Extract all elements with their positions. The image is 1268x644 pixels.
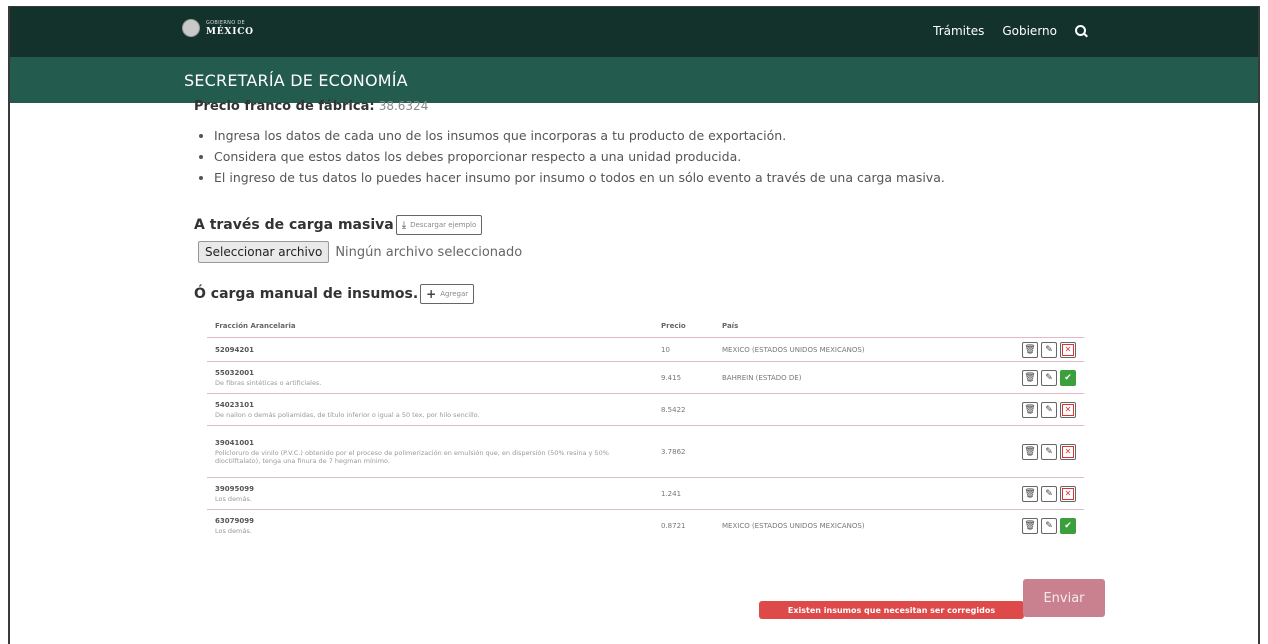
header-pais: País [722, 322, 739, 330]
trash-icon[interactable]: 🗑 [1022, 443, 1038, 460]
pencil-icon[interactable]: ✎ [1041, 401, 1057, 418]
insumos-table: Fracción Arancelaria Precio País 5209420… [207, 315, 1084, 542]
carga-manual-section: Ó carga manual de insumos. + Agregar [194, 284, 475, 304]
fraccion-code: 63079099 [215, 516, 254, 525]
cell-pais [714, 425, 978, 478]
plus-icon: + [426, 287, 437, 301]
trash-icon[interactable]: 🗑 [1022, 517, 1038, 534]
cell-precio: 0.8721 [653, 509, 714, 542]
header-fraccion: Fracción Arancelaria [215, 322, 296, 330]
pencil-icon[interactable]: ✎ [1041, 443, 1057, 460]
logo-main-text: MÉXICO [206, 27, 254, 37]
cell-actions: 🗑 ✎ ✕ [978, 337, 1084, 362]
select-file-button[interactable]: Seleccionar archivo [198, 241, 330, 263]
check-icon[interactable]: ✔ [1060, 517, 1076, 534]
table-row: 63079099 Los demás. 0.8721 MEXICO (ESTADOS … [207, 509, 1084, 542]
trash-icon[interactable]: 🗑 [1022, 401, 1038, 418]
check-icon[interactable]: ✔ [1060, 369, 1076, 386]
cell-actions: 🗑 ✎ ✕ [978, 477, 1084, 510]
cell-precio: 1.241 [653, 477, 714, 510]
cell-fraccion: 63079099 Los demás. [207, 509, 653, 542]
carga-manual-label: Ó carga manual de insumos. [194, 286, 419, 302]
instruction-item: Ingresa los datos de cada uno de los ins… [214, 125, 945, 146]
trash-icon[interactable]: 🗑 [1022, 341, 1038, 358]
add-insumo-label: Agregar [440, 290, 469, 298]
trash-icon[interactable]: 🗑 [1022, 485, 1038, 502]
main-content: Precio franco de fábrica: 38.6324 Ingres… [10, 99, 1258, 644]
fraccion-description: De nailon o demás poliamidas, de título … [215, 410, 480, 419]
precio-value: 38.6324 [378, 99, 429, 113]
fraccion-code: 39041001 [215, 438, 254, 447]
file-status: Ningún archivo seleccionado [335, 244, 523, 260]
fraccion-description: Los demás. [215, 494, 252, 503]
precio-label: Precio franco de fábrica: [194, 99, 375, 114]
pencil-icon[interactable]: ✎ [1041, 485, 1057, 502]
fraccion-code: 55032001 [215, 368, 254, 377]
nav-link-gobierno[interactable]: Gobierno [1002, 24, 1057, 38]
cell-fraccion: 52094201 [207, 337, 653, 362]
cell-fraccion: 39095099 Los demás. [207, 477, 653, 510]
download-icon: ⤓ [401, 219, 407, 231]
header-actions [978, 315, 1084, 338]
pencil-icon[interactable]: ✎ [1041, 341, 1057, 358]
main-nav: Trámites Gobierno [933, 24, 1088, 38]
instruction-item: El ingreso de tus datos lo puedes hacer … [214, 167, 945, 188]
carga-masiva-section: A través de carga masiva ⤓ Descargar eje… [194, 215, 483, 235]
precio-franco: Precio franco de fábrica: 38.6324 [194, 99, 428, 114]
submit-button[interactable]: Enviar [1023, 579, 1105, 617]
download-example-button[interactable]: ⤓ Descargar ejemplo [395, 215, 483, 235]
seal-icon [182, 19, 200, 37]
table-row: 54023101 De nailon o demás poliamidas, de… [207, 393, 1084, 426]
fraccion-description: Los demás. [215, 526, 252, 535]
search-icon[interactable] [1075, 24, 1088, 38]
cell-pais: BAHREIN (ESTADO DE) [714, 361, 978, 394]
cell-precio: 9.415 [653, 361, 714, 394]
table-header-row: Fracción Arancelaria Precio País [207, 315, 1084, 338]
pencil-icon[interactable]: ✎ [1041, 369, 1057, 386]
error-alert: Existen insumos que necesitan ser correg… [759, 601, 1024, 619]
table-row: 52094201 10 MEXICO (ESTADOS UNIDOS MEXICAN… [207, 337, 1084, 362]
browser-page: GOBIERNO DE MÉXICO Trámites Gobierno SEC… [8, 6, 1260, 644]
table-row: 39041001 Policloruro de vinilo (P.V.C.) o… [207, 425, 1084, 478]
table-row: 55032001 De fibras sintéticas o artificia… [207, 361, 1084, 394]
fraccion-code: 39095099 [215, 484, 254, 493]
cell-actions: 🗑 ✎ ✔ [978, 509, 1084, 542]
download-example-label: Descargar ejemplo [410, 221, 477, 229]
cell-fraccion: 55032001 De fibras sintéticas o artificia… [207, 361, 653, 394]
cell-precio: 10 [653, 337, 714, 362]
carga-masiva-label: A través de carga masiva [194, 217, 394, 233]
cell-pais: MEXICO (ESTADOS UNIDOS MEXICANOS) [714, 337, 978, 362]
trash-icon[interactable]: 🗑 [1022, 369, 1038, 386]
top-navbar: GOBIERNO DE MÉXICO Trámites Gobierno [10, 7, 1258, 57]
gobierno-logo[interactable]: GOBIERNO DE MÉXICO [182, 19, 254, 37]
secretaria-title[interactable]: SECRETARÍA DE ECONOMÍA [184, 71, 408, 90]
fraccion-description: De fibras sintéticas o artificiales. [215, 378, 322, 387]
header-precio: Precio [661, 322, 686, 330]
table-row: 39095099 Los demás. 1.241 🗑 ✎ ✕ [207, 477, 1084, 510]
close-icon[interactable]: ✕ [1060, 443, 1076, 460]
close-icon[interactable]: ✕ [1060, 401, 1076, 418]
cell-precio: 3.7862 [653, 425, 714, 478]
pencil-icon[interactable]: ✎ [1041, 517, 1057, 534]
fraccion-description: Policloruro de vinilo (P.V.C.) obtenido … [215, 448, 609, 465]
instruction-item: Considera que estos datos los debes prop… [214, 146, 945, 167]
cell-pais [714, 477, 978, 510]
close-icon[interactable]: ✕ [1060, 485, 1076, 502]
cell-actions: 🗑 ✎ ✕ [978, 425, 1084, 478]
cell-actions: 🗑 ✎ ✕ [978, 393, 1084, 426]
cell-pais: MEXICO (ESTADOS UNIDOS MEXICANOS) [714, 509, 978, 542]
fraccion-code: 52094201 [215, 345, 254, 354]
fraccion-code: 54023101 [215, 400, 254, 409]
cell-actions: 🗑 ✎ ✔ [978, 361, 1084, 394]
secretaria-bar: SECRETARÍA DE ECONOMÍA [10, 57, 1258, 103]
cell-precio: 8.5422 [653, 393, 714, 426]
instructions-list: Ingresa los datos de cada uno de los ins… [198, 125, 945, 188]
nav-link-tramites[interactable]: Trámites [933, 24, 984, 38]
cell-fraccion: 54023101 De nailon o demás poliamidas, de… [207, 393, 653, 426]
add-insumo-button[interactable]: + Agregar [420, 284, 475, 304]
close-icon[interactable]: ✕ [1060, 341, 1076, 358]
file-upload: Seleccionar archivo Ningún archivo selec… [198, 241, 522, 263]
cell-fraccion: 39041001 Policloruro de vinilo (P.V.C.) o… [207, 425, 653, 478]
cell-pais [714, 393, 978, 426]
